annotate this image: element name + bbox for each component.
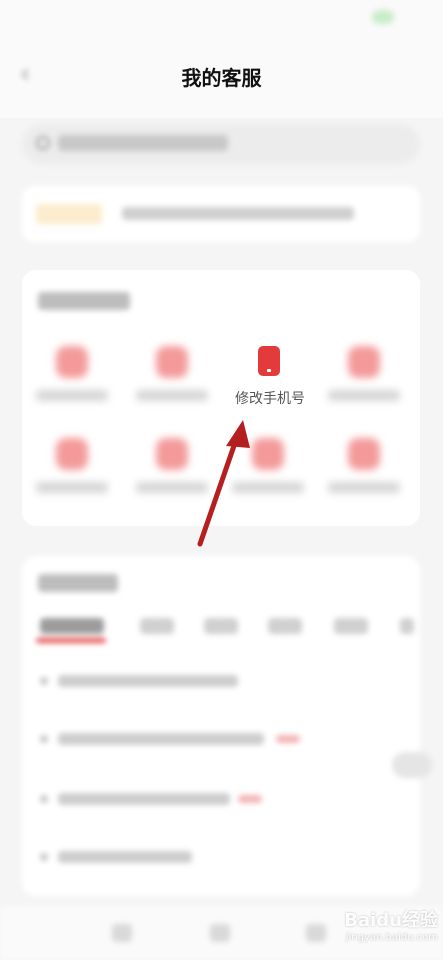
bullet	[40, 795, 48, 803]
service-item[interactable]	[318, 346, 408, 422]
search-icon	[36, 136, 50, 150]
service-item[interactable]	[26, 438, 116, 514]
service-icon	[56, 438, 88, 470]
service-label	[36, 482, 108, 493]
service-label	[328, 482, 400, 493]
faq-tab[interactable]	[204, 618, 238, 634]
service-item[interactable]	[26, 346, 116, 422]
faq-question	[58, 793, 230, 805]
bottom-nav-icon[interactable]	[306, 924, 326, 942]
faq-question	[58, 733, 264, 745]
faq-tab[interactable]	[140, 618, 174, 634]
bullet	[40, 853, 48, 861]
faq-card	[22, 556, 420, 896]
faq-tab[interactable]	[268, 618, 302, 634]
service-label	[232, 482, 304, 493]
page-title: 我的客服	[181, 66, 262, 90]
search-placeholder	[58, 135, 228, 151]
service-icon	[156, 346, 188, 378]
faq-question	[58, 851, 192, 863]
faq-question	[58, 675, 238, 687]
header-bar: ‹ 我的客服	[0, 0, 443, 118]
change-phone-number-label: 修改手机号	[235, 391, 305, 407]
service-label	[136, 390, 208, 401]
service-label	[136, 482, 208, 493]
service-item[interactable]	[126, 346, 216, 422]
notice-text	[122, 207, 354, 220]
service-icon	[56, 346, 88, 378]
faq-list-item[interactable]	[38, 730, 398, 748]
service-item[interactable]	[126, 438, 216, 514]
bottom-nav-icon[interactable]	[112, 924, 132, 942]
service-icon	[252, 438, 284, 470]
hot-tag	[238, 795, 262, 803]
bullet	[40, 677, 48, 685]
faq-section-title	[38, 574, 118, 592]
services-card	[22, 270, 420, 526]
faq-tab[interactable]	[400, 618, 414, 634]
faq-tab[interactable]	[334, 618, 368, 634]
watermark-brand: Baidu经验	[344, 910, 438, 931]
service-icon	[348, 438, 380, 470]
faq-list-item[interactable]	[38, 848, 398, 866]
service-icon	[156, 438, 188, 470]
mobile-phone-icon	[258, 346, 280, 376]
status-indicator	[372, 10, 394, 24]
notice-banner[interactable]	[22, 186, 420, 242]
service-item[interactable]	[318, 438, 408, 514]
change-phone-number-item[interactable]: 修改手机号	[222, 336, 318, 416]
service-item[interactable]	[222, 438, 312, 514]
floating-side-button[interactable]	[392, 752, 432, 778]
hot-tag	[276, 735, 300, 743]
notice-badge	[36, 204, 102, 224]
bottom-nav-icon[interactable]	[210, 924, 230, 942]
faq-tab-indicator	[36, 638, 106, 643]
faq-list-item[interactable]	[38, 672, 398, 690]
faq-list-item[interactable]	[38, 790, 398, 808]
baidu-jingyan-watermark: Baidu经验 jingyan.baidu.com	[326, 906, 438, 954]
service-label	[328, 390, 400, 401]
service-label	[36, 390, 108, 401]
faq-tab[interactable]	[40, 618, 104, 634]
services-section-title	[38, 292, 130, 310]
service-icon	[348, 346, 380, 378]
watermark-url: jingyan.baidu.com	[345, 932, 438, 943]
search-bar[interactable]	[22, 124, 420, 164]
bullet	[40, 735, 48, 743]
